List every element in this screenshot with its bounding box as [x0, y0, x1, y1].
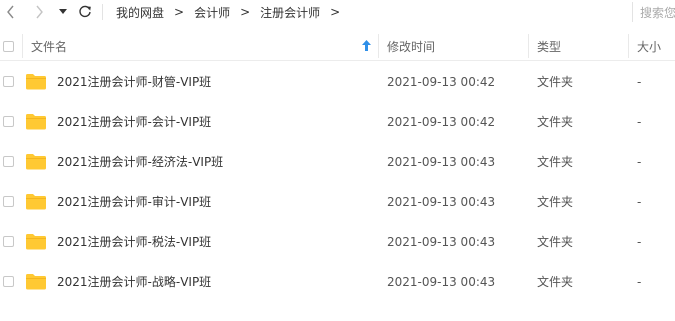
back-button[interactable] [0, 2, 22, 22]
folder-icon [26, 74, 46, 90]
file-name[interactable]: 2021注册会计师-战略-VIP班 [57, 262, 211, 302]
column-header-modified[interactable]: 修改时间 [387, 32, 435, 60]
breadcrumb-item-my-drive[interactable]: 我的网盘 [116, 4, 164, 21]
checkbox-box [3, 76, 14, 87]
toolbar-divider [102, 4, 103, 20]
column-divider[interactable] [378, 34, 379, 58]
file-modified-date: 2021-09-13 00:42 [387, 115, 496, 129]
chevron-right-icon [36, 5, 43, 19]
file-type: 文件夹 [537, 195, 574, 209]
column-divider [22, 34, 23, 58]
chevron-left-icon [7, 5, 14, 19]
sort-up-arrow-icon[interactable] [362, 40, 371, 51]
file-size: - [637, 155, 642, 169]
file-row[interactable]: 2021注册会计师-战略-VIP班 2021-09-13 00:43 文件夹 - [0, 262, 675, 302]
refresh-icon [79, 5, 91, 18]
checkbox-box [3, 236, 14, 247]
caret-down-icon [59, 9, 67, 14]
file-row[interactable]: 2021注册会计师-会计-VIP班 2021-09-13 00:42 文件夹 - [0, 102, 675, 142]
folder-icon [26, 274, 46, 290]
forward-button[interactable] [28, 2, 50, 22]
file-type: 文件夹 [537, 75, 574, 89]
file-name[interactable]: 2021注册会计师-审计-VIP班 [57, 182, 211, 222]
checkbox-box [3, 196, 14, 207]
breadcrumb-separator: > [240, 5, 251, 19]
file-modified-date: 2021-09-13 00:43 [387, 275, 496, 289]
select-all-checkbox[interactable] [3, 32, 14, 60]
file-type: 文件夹 [537, 235, 574, 249]
file-row[interactable]: 2021注册会计师-审计-VIP班 2021-09-13 00:43 文件夹 - [0, 182, 675, 222]
file-name[interactable]: 2021注册会计师-经济法-VIP班 [57, 142, 223, 182]
checkbox-box [3, 116, 14, 127]
row-checkbox[interactable] [3, 276, 14, 287]
folder-icon [26, 114, 46, 130]
column-header-size[interactable]: 大小 [637, 32, 661, 60]
row-checkbox[interactable] [3, 236, 14, 247]
file-modified-date: 2021-09-13 00:43 [387, 155, 496, 169]
file-list-header: 文件名 修改时间 类型 大小 [0, 32, 675, 61]
refresh-button[interactable] [74, 2, 96, 22]
search-input[interactable]: 搜索您 [640, 2, 675, 22]
file-type: 文件夹 [537, 155, 574, 169]
checkbox-box [3, 276, 14, 287]
file-size: - [637, 115, 642, 129]
column-divider[interactable] [528, 34, 529, 58]
file-size: - [637, 235, 642, 249]
row-checkbox[interactable] [3, 156, 14, 167]
file-row[interactable]: 2021注册会计师-财管-VIP班 2021-09-13 00:42 文件夹 - [0, 62, 675, 102]
file-name[interactable]: 2021注册会计师-财管-VIP班 [57, 62, 211, 102]
row-checkbox[interactable] [3, 116, 14, 127]
column-divider[interactable] [628, 34, 629, 58]
file-size: - [637, 75, 642, 89]
file-modified-date: 2021-09-13 00:42 [387, 75, 496, 89]
file-modified-date: 2021-09-13 00:43 [387, 235, 496, 249]
checkbox-box [3, 40, 14, 52]
file-row[interactable]: 2021注册会计师-经济法-VIP班 2021-09-13 00:43 文件夹 … [0, 142, 675, 182]
toolbar: 我的网盘 > 会计师 > 注册会计师 > 搜索您 [0, 0, 675, 24]
breadcrumb-item-accountant[interactable]: 会计师 [194, 4, 230, 21]
row-checkbox[interactable] [3, 76, 14, 87]
history-dropdown-button[interactable] [56, 2, 70, 22]
search-placeholder: 搜索您 [640, 5, 675, 20]
column-header-type[interactable]: 类型 [537, 32, 561, 60]
breadcrumb-separator: > [330, 5, 341, 19]
checkbox-box [3, 156, 14, 167]
breadcrumb-separator: > [174, 5, 185, 19]
folder-icon [26, 194, 46, 210]
file-list: 2021注册会计师-财管-VIP班 2021-09-13 00:42 文件夹 -… [0, 62, 675, 302]
file-name[interactable]: 2021注册会计师-会计-VIP班 [57, 102, 211, 142]
file-type: 文件夹 [537, 275, 574, 289]
breadcrumb: 我的网盘 > 会计师 > 注册会计师 > [116, 0, 350, 24]
search-divider [632, 2, 633, 22]
file-name[interactable]: 2021注册会计师-税法-VIP班 [57, 222, 211, 262]
breadcrumb-item-cpa[interactable]: 注册会计师 [260, 4, 320, 21]
file-browser: 我的网盘 > 会计师 > 注册会计师 > 搜索您 文件名 修改时间 类型 大小 [0, 0, 675, 321]
file-size: - [637, 275, 642, 289]
file-type: 文件夹 [537, 115, 574, 129]
column-header-name[interactable]: 文件名 [31, 32, 67, 60]
folder-icon [26, 154, 46, 170]
folder-icon [26, 234, 46, 250]
file-size: - [637, 195, 642, 209]
row-checkbox[interactable] [3, 196, 14, 207]
file-modified-date: 2021-09-13 00:43 [387, 195, 496, 209]
file-row[interactable]: 2021注册会计师-税法-VIP班 2021-09-13 00:43 文件夹 - [0, 222, 675, 262]
